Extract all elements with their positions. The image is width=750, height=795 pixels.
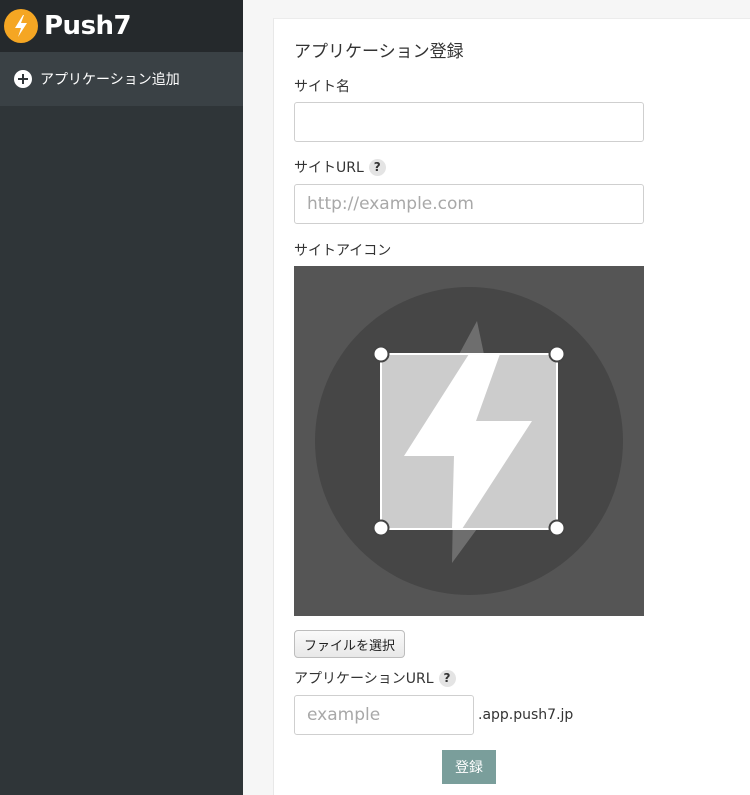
crop-handle-bottom-right[interactable]: [548, 519, 566, 537]
crop-handle-top-left[interactable]: [372, 345, 390, 363]
brand-header[interactable]: Push7: [0, 0, 243, 52]
site-name-label-text: サイト名: [294, 79, 350, 95]
crop-handle-top-right[interactable]: [548, 345, 566, 363]
app-url-help-icon[interactable]: ?: [438, 669, 456, 687]
submit-button[interactable]: 登録: [442, 750, 496, 784]
site-url-label-text: サイトURL: [294, 160, 364, 176]
site-url-help-icon[interactable]: ?: [368, 158, 386, 176]
crop-handle-bottom-left[interactable]: [372, 519, 390, 537]
sidebar: Push7 アプリケーション追加: [0, 0, 243, 795]
plus-circle-icon: [14, 70, 32, 88]
site-name-input[interactable]: [294, 102, 644, 142]
page-title: アプリケーション登録: [294, 42, 464, 62]
crop-box[interactable]: [380, 353, 558, 530]
site-url-label: サイトURL ?: [294, 157, 386, 177]
site-url-input[interactable]: [294, 184, 644, 224]
app-url-input[interactable]: [294, 695, 474, 735]
choose-file-button[interactable]: ファイルを選択: [294, 630, 406, 658]
sidebar-item-add-application[interactable]: アプリケーション追加: [0, 52, 243, 106]
sidebar-item-label: アプリケーション追加: [40, 72, 180, 88]
site-icon-label-text: サイトアイコン: [294, 243, 392, 259]
site-icon-label: サイトアイコン: [294, 240, 391, 260]
app-url-suffix: .app.push7.jp: [478, 707, 574, 723]
site-name-label: サイト名: [294, 76, 350, 96]
app-url-label: アプリケーションURL ?: [294, 668, 456, 688]
lightning-icon: [4, 9, 38, 43]
site-icon-preview: [294, 266, 644, 616]
app-url-label-text: アプリケーションURL: [294, 671, 434, 687]
brand-name: Push7: [44, 11, 132, 41]
